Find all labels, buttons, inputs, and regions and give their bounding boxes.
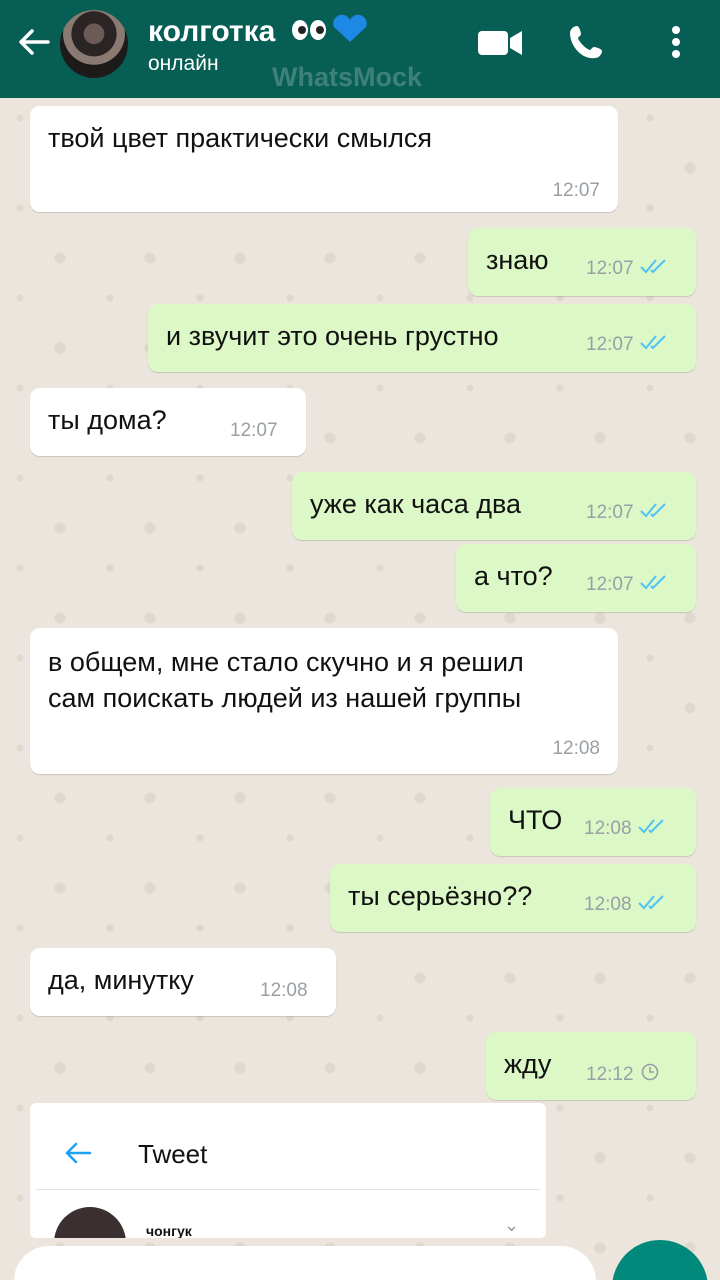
chat-header: колготка онлайн WhatsMock bbox=[0, 0, 720, 98]
message-time: 12:07 bbox=[586, 502, 634, 524]
tweet-author-name: чонгук bbox=[146, 1223, 192, 1238]
message-input[interactable] bbox=[14, 1246, 596, 1280]
chat-area[interactable]: твой цвет практически смылся 12:07 знаю … bbox=[0, 98, 720, 1280]
message-time: 12:07 bbox=[586, 258, 634, 280]
double-check-icon bbox=[639, 502, 670, 524]
message-time: 12:08 bbox=[584, 818, 632, 840]
phone-icon[interactable] bbox=[568, 22, 616, 62]
message-outgoing[interactable]: жду 12:12 bbox=[486, 1032, 696, 1100]
contact-status: онлайн bbox=[148, 52, 219, 75]
double-check-icon bbox=[637, 894, 668, 916]
chevron-down-icon[interactable]: ⌄ bbox=[504, 1215, 519, 1236]
message-meta: 12:07 bbox=[586, 502, 670, 524]
message-time: 12:08 bbox=[584, 894, 632, 916]
message-outgoing[interactable]: знаю 12:07 bbox=[468, 228, 696, 296]
message-text: ты дома? bbox=[48, 405, 167, 435]
message-text: твой цвет практически смылся bbox=[48, 123, 433, 153]
double-check-icon bbox=[639, 574, 670, 596]
double-check-icon bbox=[637, 818, 668, 840]
watermark: WhatsMock bbox=[272, 62, 423, 92]
message-meta: 12:07 bbox=[586, 258, 670, 280]
message-time: 12:07 bbox=[586, 334, 634, 356]
message-text: ЧТО bbox=[508, 805, 563, 835]
clock-icon bbox=[640, 1062, 660, 1088]
message-outgoing[interactable]: уже как часа два 12:07 bbox=[292, 472, 696, 540]
back-arrow-icon[interactable] bbox=[14, 22, 54, 62]
message-incoming[interactable]: в общем, мне стало скучно и я решил сам … bbox=[30, 628, 618, 774]
message-outgoing[interactable]: а что? 12:07 bbox=[456, 544, 696, 612]
message-outgoing[interactable]: ЧТО 12:08 bbox=[490, 788, 696, 856]
message-time: 12:12 bbox=[586, 1064, 634, 1086]
message-meta: 12:08 bbox=[584, 894, 668, 916]
message-meta: 12:08 bbox=[584, 818, 668, 840]
message-text: и звучит это очень грустно bbox=[166, 321, 499, 351]
message-text: а что? bbox=[474, 561, 553, 591]
contact-avatar[interactable] bbox=[60, 10, 128, 78]
message-text: да, минутку bbox=[48, 965, 194, 995]
message-meta: 12:07 bbox=[586, 334, 670, 356]
message-time: 12:08 bbox=[260, 980, 308, 1001]
tweet-back-arrow-icon[interactable] bbox=[64, 1141, 92, 1170]
contact-name-wrap[interactable]: колготка bbox=[148, 12, 368, 54]
tweet-title: Tweet bbox=[138, 1139, 208, 1169]
message-incoming[interactable]: ты дома? 12:07 bbox=[30, 388, 306, 456]
message-meta: 12:07 bbox=[586, 574, 670, 596]
contact-name: колготка bbox=[148, 14, 276, 48]
message-incoming[interactable]: твой цвет практически смылся 12:07 bbox=[30, 106, 618, 212]
message-text: уже как часа два bbox=[310, 489, 522, 519]
message-time: 12:07 bbox=[552, 180, 600, 201]
message-outgoing[interactable]: и звучит это очень грустно 12:07 bbox=[148, 304, 696, 372]
message-meta: 12:12 bbox=[586, 1062, 660, 1088]
video-call-icon[interactable] bbox=[476, 22, 524, 62]
double-check-icon bbox=[639, 334, 670, 356]
message-time: 12:07 bbox=[586, 574, 634, 596]
more-vert-icon[interactable] bbox=[658, 22, 694, 62]
eyes-heart-emoji-icon bbox=[290, 12, 368, 54]
tweet-author-avatar bbox=[54, 1207, 126, 1238]
message-text: знаю bbox=[486, 245, 549, 275]
message-text: жду bbox=[504, 1049, 552, 1079]
message-time: 12:07 bbox=[230, 420, 278, 441]
double-check-icon bbox=[639, 258, 670, 280]
message-text: в общем, мне стало скучно и я решил сам … bbox=[48, 647, 524, 713]
message-outgoing[interactable]: ты серьёзно?? 12:08 bbox=[330, 864, 696, 932]
message-text: ты серьёзно?? bbox=[348, 881, 533, 911]
message-time: 12:08 bbox=[552, 738, 600, 759]
divider bbox=[36, 1189, 540, 1190]
tweet-card[interactable]: Tweet чонгук ⌄ bbox=[30, 1103, 546, 1238]
message-incoming[interactable]: да, минутку 12:08 bbox=[30, 948, 336, 1016]
